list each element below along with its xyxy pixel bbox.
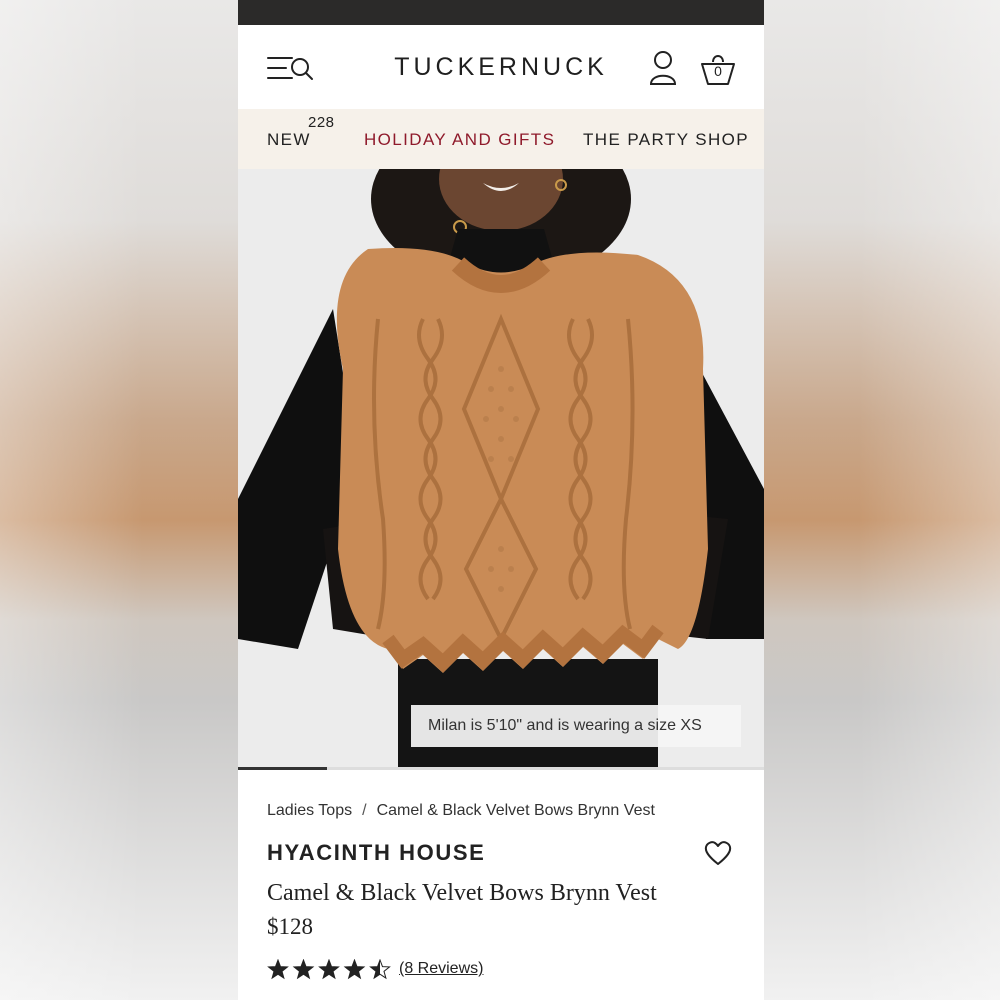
product-photo [238,169,764,770]
heart-icon[interactable] [704,840,732,866]
star-icon [267,959,289,980]
product-brand[interactable]: HYACINTH HOUSE [267,840,485,866]
bag-count: 0 [714,63,722,79]
star-icon [318,959,340,980]
star-icon [343,959,366,980]
star-icon [292,959,315,980]
nav-item-holiday-and-gifts[interactable]: HOLIDAY AND GIFTS [364,130,555,150]
image-carousel-progress [238,767,764,770]
breadcrumb-separator: / [362,802,367,819]
phone-screen: TUCKERNUCK 0 228 NEW HOLIDAY AND GIFTS T… [238,0,764,1000]
status-bar [238,0,764,25]
model-size-caption: Milan is 5'10" and is wearing a size XS [411,705,741,747]
reviews-link[interactable]: (8 Reviews) [399,960,483,978]
nav-item-the-party-shop[interactable]: THE PARTY SHOP [583,130,749,150]
category-nav: 228 NEW HOLIDAY AND GIFTS THE PARTY SHOP [238,109,764,169]
nav-item-new[interactable]: NEW [267,130,311,150]
breadcrumb: Ladies Tops / Camel & Black Velvet Bows Br… [267,802,655,820]
star-rating [267,959,391,980]
blurred-background-right [764,0,1000,1000]
product-title: Camel & Black Velvet Bows Brynn Vest [267,880,657,906]
site-header: TUCKERNUCK 0 [238,25,764,109]
new-count-badge: 228 [308,114,335,131]
account-icon[interactable] [648,50,678,86]
breadcrumb-ladies-tops[interactable]: Ladies Tops [267,802,352,819]
image-carousel-progress-fill [238,767,328,770]
breadcrumb-current: Camel & Black Velvet Bows Brynn Vest [376,802,655,819]
blurred-background-left [0,0,238,1000]
site-logo[interactable]: TUCKERNUCK [238,53,764,82]
product-image[interactable]: Milan is 5'10" and is wearing a size XS [238,169,764,770]
product-price: $128 [267,914,313,939]
